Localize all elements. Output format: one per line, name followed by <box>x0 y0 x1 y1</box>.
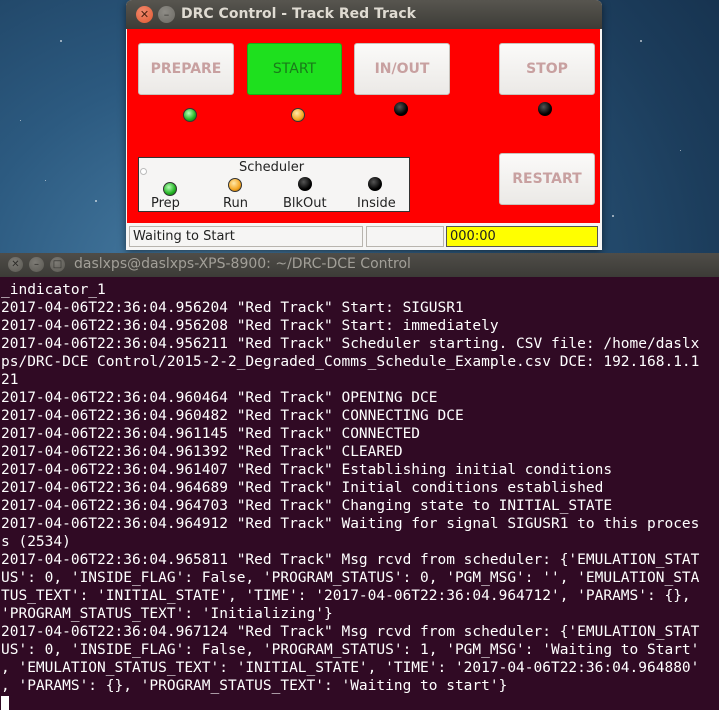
maximize-icon: □ <box>52 258 63 270</box>
wallpaper-star <box>45 180 46 181</box>
start-indicator-led <box>291 108 305 122</box>
terminal-line: 'PROGRAM_STATUS_TEXT': 'Initializing'} <box>1 606 333 622</box>
terminal-line: ps/DRC-DCE Control/2015-2-2_Degraded_Com… <box>1 354 700 370</box>
stop-indicator-led <box>538 102 552 116</box>
terminal-line: US': 0, 'INSIDE_FLAG': False, 'PROGRAM_S… <box>1 570 700 586</box>
drc-window-title: DRC Control - Track Red Track <box>181 6 416 22</box>
status-message: Waiting to Start <box>129 226 363 247</box>
terminal-line: 2017-04-06T22:36:04.965811 "Red Track" M… <box>1 552 700 568</box>
terminal-line: s (2534) <box>1 534 71 550</box>
close-icon: ✕ <box>11 258 20 270</box>
terminal-cursor <box>1 696 9 710</box>
terminal-minimize-button[interactable]: – <box>29 257 44 272</box>
terminal-line: 2017-04-06T22:36:04.961407 "Red Track" E… <box>1 462 613 478</box>
scheduler-title: Scheduler <box>239 160 305 175</box>
prepare-button[interactable]: PREPARE <box>138 43 234 95</box>
scheduler-radio[interactable] <box>140 168 147 175</box>
terminal-line: 2017-04-06T22:36:04.956204 "Red Track" S… <box>1 300 464 316</box>
terminal-line: 2017-04-06T22:36:04.967124 "Red Track" M… <box>1 624 700 640</box>
terminal-prompt-line <box>1 695 719 710</box>
terminal-line: 2017-04-06T22:36:04.961145 "Red Track" C… <box>1 426 421 442</box>
prepare-indicator-led <box>183 108 197 122</box>
scheduler-run-led <box>228 178 242 192</box>
terminal-line: 21 <box>1 372 19 388</box>
scheduler-prep-led <box>163 182 177 196</box>
wallpaper-star <box>95 200 97 202</box>
terminal-line: 2017-04-06T22:36:04.961392 "Red Track" C… <box>1 444 403 460</box>
scheduler-blkout-led <box>298 177 312 191</box>
wallpaper-star <box>20 120 21 121</box>
terminal-close-button[interactable]: ✕ <box>8 257 23 272</box>
status-bar: Waiting to Start 000:00 <box>126 223 602 250</box>
terminal-line: , 'PARAMS': {}, 'PROGRAM_STATUS_TEXT': '… <box>1 678 508 694</box>
terminal-line: 2017-04-06T22:36:04.956211 "Red Track" S… <box>1 336 700 352</box>
terminal-title: daslxps@daslxps-XPS-8900: ~/DRC-DCE Cont… <box>74 256 411 272</box>
scheduler-label-run: Run <box>223 196 248 211</box>
terminal-line: 2017-04-06T22:36:04.964912 "Red Track" W… <box>1 516 700 532</box>
terminal-line: _indicator_1 <box>1 282 106 298</box>
drc-titlebar[interactable]: ✕ – DRC Control - Track Red Track <box>126 0 602 29</box>
terminal-line: 2017-04-06T22:36:04.956208 "Red Track" S… <box>1 318 499 334</box>
start-button[interactable]: START <box>247 43 342 95</box>
terminal-titlebar[interactable]: ✕ – □ daslxps@daslxps-XPS-8900: ~/DRC-DC… <box>0 253 719 277</box>
scheduler-label-blkout: BlkOut <box>283 196 327 211</box>
control-panel: PREPARE START IN/OUT STOP Scheduler Prep… <box>127 29 600 223</box>
in-out-indicator-led <box>394 102 408 116</box>
terminal-line: 2017-04-06T22:36:04.960464 "Red Track" O… <box>1 390 438 406</box>
stop-button[interactable]: STOP <box>499 43 595 95</box>
wallpaper-star <box>60 40 62 42</box>
scheduler-inside-led <box>368 177 382 191</box>
minimize-icon: – <box>163 8 170 21</box>
minimize-icon: – <box>34 258 39 270</box>
close-icon: ✕ <box>139 8 150 21</box>
terminal-line: 2017-04-06T22:36:04.964703 "Red Track" C… <box>1 498 613 514</box>
in-out-button[interactable]: IN/OUT <box>354 43 450 95</box>
terminal-line: 2017-04-06T22:36:04.960482 "Red Track" C… <box>1 408 464 424</box>
scheduler-panel: Scheduler Prep Run BlkOut Inside <box>138 157 410 212</box>
terminal-output[interactable]: _indicator_1 2017-04-06T22:36:04.956204 "… <box>1 281 719 710</box>
elapsed-timer: 000:00 <box>446 226 598 247</box>
terminal-line: 2017-04-06T22:36:04.964689 "Red Track" I… <box>1 480 604 496</box>
restart-button[interactable]: RESTART <box>499 153 595 205</box>
terminal-line: US': 0, 'INSIDE_FLAG': False, 'PROGRAM_S… <box>1 642 700 658</box>
wallpaper-star <box>680 150 681 151</box>
minimize-window-button[interactable]: – <box>158 6 175 23</box>
terminal-line: , 'EMULATION_STATUS_TEXT': 'INITIAL_STAT… <box>1 660 700 676</box>
close-window-button[interactable]: ✕ <box>136 6 153 23</box>
drc-control-window: ✕ – DRC Control - Track Red Track PREPAR… <box>126 0 602 250</box>
terminal-window: ✕ – □ daslxps@daslxps-XPS-8900: ~/DRC-DC… <box>0 253 719 710</box>
wallpaper-star <box>640 40 642 42</box>
terminal-maximize-button[interactable]: □ <box>50 257 65 272</box>
scheduler-label-inside: Inside <box>357 196 396 211</box>
scheduler-label-prep: Prep <box>151 196 180 211</box>
status-middle <box>366 226 444 247</box>
wallpaper-star <box>612 215 614 217</box>
terminal-line: TUS_TEXT': 'INITIAL_STATE', 'TIME': '201… <box>1 588 691 604</box>
